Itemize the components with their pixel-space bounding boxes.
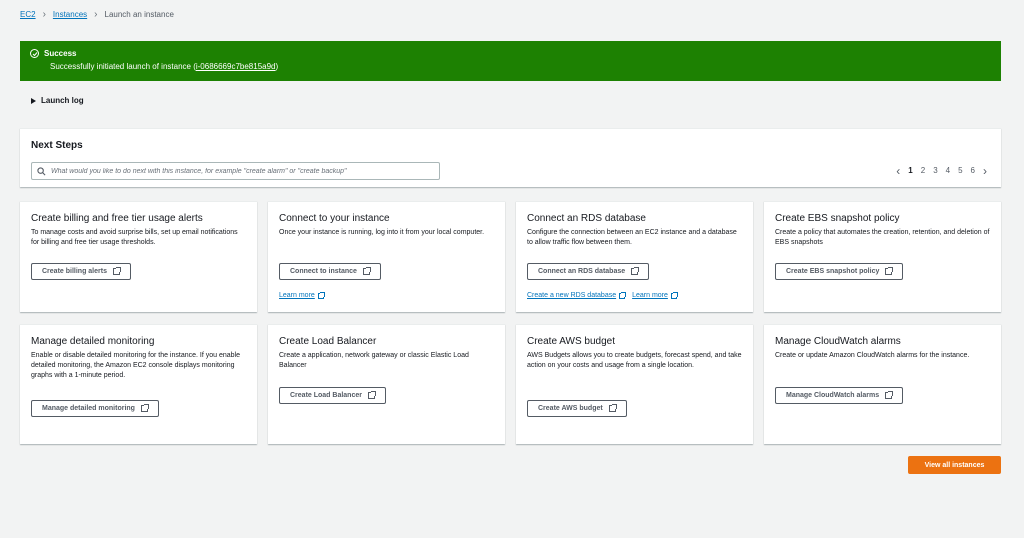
- create-aws-budget-button[interactable]: Create AWS budget: [527, 400, 627, 417]
- button-label: Create EBS snapshot policy: [786, 268, 880, 275]
- pagination: ‹ 1 2 3 4 5 6 ›: [888, 165, 987, 177]
- external-link-icon: [885, 267, 894, 275]
- check-circle-icon: [30, 49, 39, 58]
- page-1[interactable]: 1: [908, 166, 912, 175]
- flash-title: Success: [44, 49, 77, 58]
- external-link-icon: [608, 404, 617, 412]
- learn-more-link[interactable]: Learn more: [632, 291, 678, 299]
- external-link-icon: [631, 267, 640, 275]
- breadcrumb: EC2 › Instances › Launch an instance: [20, 8, 174, 20]
- card-description: AWS Budgets allows you to create budgets…: [527, 352, 742, 369]
- external-link-icon: [112, 267, 121, 275]
- external-link-icon: [619, 291, 627, 299]
- launch-log-label: Launch log: [41, 96, 84, 105]
- card-description: Create a policy that automates the creat…: [775, 229, 990, 246]
- card-rds-database: Connect an RDS database Configure the co…: [516, 201, 753, 312]
- search-icon: [37, 166, 46, 175]
- page-4[interactable]: 4: [946, 166, 950, 175]
- link-label: Learn more: [279, 292, 315, 299]
- card-billing-alerts: Create billing and free tier usage alert…: [20, 201, 257, 312]
- link-label: Create a new RDS database: [527, 292, 617, 299]
- button-label: Create billing alerts: [42, 268, 107, 275]
- breadcrumb-current: Launch an instance: [104, 10, 174, 19]
- card-links: Learn more: [279, 291, 331, 299]
- chevron-left-icon[interactable]: ‹: [896, 165, 900, 177]
- link-label: Learn more: [632, 292, 668, 299]
- card-aws-budget: Create AWS budget AWS Budgets allows you…: [516, 324, 753, 444]
- card-links: Create a new RDS database Learn more: [527, 291, 684, 299]
- external-link-icon: [140, 404, 149, 412]
- learn-more-link[interactable]: Learn more: [279, 291, 325, 299]
- chevron-right-icon: ›: [94, 8, 98, 20]
- flash-message-end: ): [275, 62, 279, 71]
- card-title: Connect to your instance: [279, 213, 390, 224]
- page-5[interactable]: 5: [958, 166, 962, 175]
- button-label: Create AWS budget: [538, 405, 603, 412]
- button-label: Manage detailed monitoring: [42, 405, 135, 412]
- button-label: Connect to instance: [290, 268, 357, 275]
- card-title: Create Load Balancer: [279, 336, 377, 347]
- card-description: Once your instance is running, log into …: [279, 229, 485, 236]
- card-title: Manage CloudWatch alarms: [775, 336, 901, 347]
- card-ebs-snapshot: Create EBS snapshot policy Create a poli…: [764, 201, 1001, 312]
- create-rds-database-link[interactable]: Create a new RDS database: [527, 291, 627, 299]
- external-link-icon: [670, 291, 678, 299]
- create-load-balancer-button[interactable]: Create Load Balancer: [279, 387, 386, 404]
- chevron-right-icon[interactable]: ›: [983, 165, 987, 177]
- card-description: To manage costs and avoid surprise bills…: [31, 229, 238, 246]
- card-connect-instance: Connect to your instance Once your insta…: [268, 201, 505, 312]
- flash-message-text: Successfully initiated launch of instanc…: [50, 62, 196, 71]
- card-description: Create or update Amazon CloudWatch alarm…: [775, 352, 970, 359]
- view-all-instances-button[interactable]: View all instances: [908, 456, 1001, 474]
- connect-rds-database-button[interactable]: Connect an RDS database: [527, 263, 650, 280]
- chevron-right-icon: ›: [42, 8, 46, 20]
- breadcrumb-ec2-link[interactable]: EC2: [20, 10, 36, 19]
- external-link-icon: [367, 391, 376, 399]
- button-label: Connect an RDS database: [538, 268, 626, 275]
- card-title: Connect an RDS database: [527, 213, 646, 224]
- card-cloudwatch-alarms: Manage CloudWatch alarms Create or updat…: [764, 324, 1001, 444]
- external-link-icon: [317, 291, 325, 299]
- card-title: Manage detailed monitoring: [31, 336, 155, 347]
- next-steps-search: [31, 162, 440, 180]
- launch-log-toggle[interactable]: Launch log: [31, 96, 84, 105]
- card-detailed-monitoring: Manage detailed monitoring Enable or dis…: [20, 324, 257, 444]
- card-title: Create AWS budget: [527, 336, 616, 347]
- next-steps-title: Next Steps: [31, 140, 83, 151]
- button-label: Create Load Balancer: [290, 392, 362, 399]
- page-3[interactable]: 3: [933, 166, 937, 175]
- flash-message: Successfully initiated launch of instanc…: [50, 62, 991, 71]
- card-load-balancer: Create Load Balancer Create a applicatio…: [268, 324, 505, 444]
- page-6[interactable]: 6: [971, 166, 975, 175]
- next-steps-panel: Next Steps ‹ 1 2 3 4 5 6 ›: [20, 128, 1001, 187]
- search-input[interactable]: [51, 167, 431, 175]
- external-link-icon: [362, 267, 371, 275]
- caret-right-icon: [31, 97, 36, 104]
- create-ebs-snapshot-policy-button[interactable]: Create EBS snapshot policy: [775, 263, 904, 280]
- card-description: Create a application, network gateway or…: [279, 352, 469, 369]
- card-description: Enable or disable detailed monitoring fo…: [31, 352, 240, 379]
- card-title: Create billing and free tier usage alert…: [31, 213, 203, 224]
- manage-detailed-monitoring-button[interactable]: Manage detailed monitoring: [31, 400, 159, 417]
- breadcrumb-instances-link[interactable]: Instances: [53, 10, 87, 19]
- success-flash-banner: Success Successfully initiated launch of…: [20, 41, 1001, 81]
- create-billing-alerts-button[interactable]: Create billing alerts: [31, 263, 131, 280]
- page-2[interactable]: 2: [921, 166, 925, 175]
- manage-cloudwatch-alarms-button[interactable]: Manage CloudWatch alarms: [775, 387, 904, 404]
- instance-id-link[interactable]: i-0686669c7be815a9d: [196, 62, 276, 71]
- card-title: Create EBS snapshot policy: [775, 213, 900, 224]
- card-description: Configure the connection between an EC2 …: [527, 229, 737, 246]
- button-label: Manage CloudWatch alarms: [786, 392, 880, 399]
- connect-to-instance-button[interactable]: Connect to instance: [279, 263, 381, 280]
- external-link-icon: [885, 391, 894, 399]
